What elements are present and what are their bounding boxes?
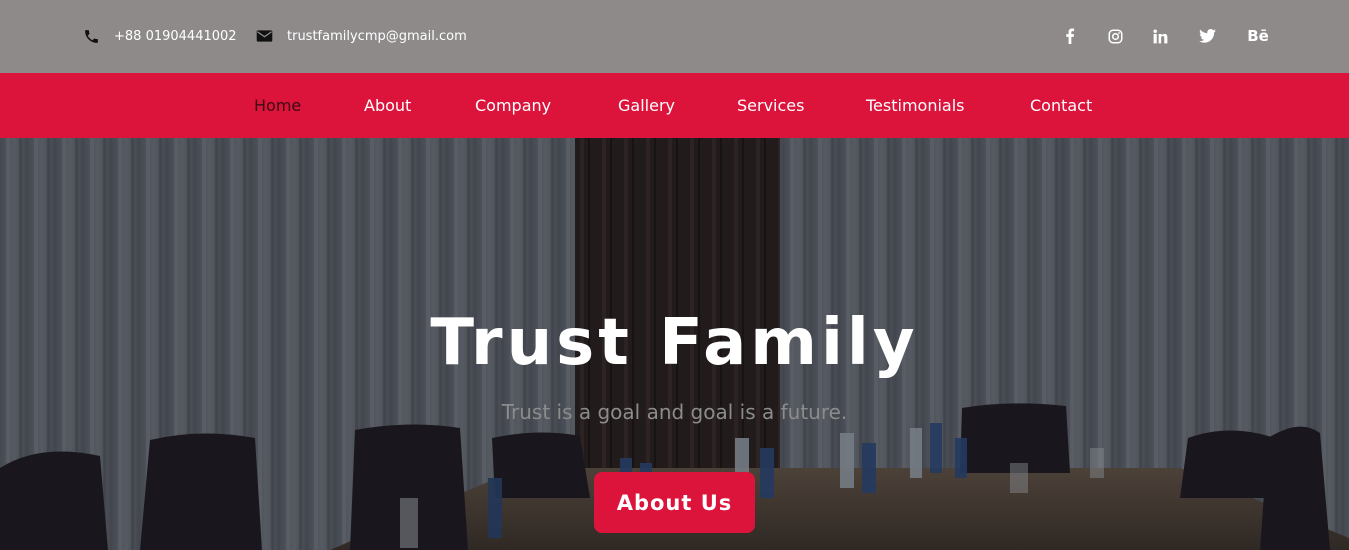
linkedin-icon[interactable] (1148, 24, 1172, 48)
nav-home[interactable]: Home (254, 73, 301, 138)
main-navigation: Home About Company Gallery Services Test… (0, 73, 1349, 138)
email-address: trustfamilycmp@gmail.com (287, 28, 467, 44)
top-bar: +88 01904441002 trustfamilycmp@gmail.com… (0, 0, 1349, 73)
twitter-icon[interactable] (1195, 24, 1219, 48)
envelope-icon (255, 27, 273, 45)
behance-icon[interactable]: Bē (1244, 24, 1272, 48)
nav-gallery[interactable]: Gallery (618, 73, 675, 138)
nav-services[interactable]: Services (737, 73, 804, 138)
nav-contact[interactable]: Contact (1030, 73, 1092, 138)
about-us-button[interactable]: About Us (594, 472, 755, 533)
hero-subtitle: Trust is a goal and goal is a future. (501, 400, 848, 424)
hero-section: Trust Family Trust is a goal and goal is… (0, 138, 1349, 550)
facebook-icon[interactable] (1058, 24, 1082, 48)
phone-contact[interactable]: +88 01904441002 (82, 24, 237, 48)
phone-number: +88 01904441002 (114, 28, 237, 44)
hero-title: Trust Family (430, 306, 919, 380)
instagram-icon[interactable] (1103, 24, 1127, 48)
nav-about[interactable]: About (364, 73, 411, 138)
nav-testimonials[interactable]: Testimonials (866, 73, 965, 138)
email-contact[interactable]: trustfamilycmp@gmail.com (255, 24, 467, 48)
phone-icon (82, 27, 100, 45)
nav-company[interactable]: Company (475, 73, 551, 138)
